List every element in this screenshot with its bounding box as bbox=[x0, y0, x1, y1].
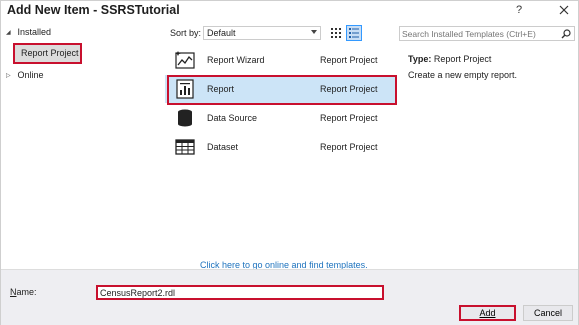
title-bar: Add New Item - SSRSTutorial ? bbox=[1, 1, 578, 21]
template-toolbar: Sort by: Default bbox=[165, 22, 395, 44]
grid-view-icon bbox=[331, 28, 341, 38]
grid-view-button[interactable] bbox=[328, 25, 344, 41]
template-category: Report Project bbox=[320, 113, 378, 123]
dialog-footer: Name: Add Cancel bbox=[1, 269, 578, 325]
search-icon bbox=[561, 29, 571, 39]
template-item-report-wizard[interactable]: Report Wizard Report Project bbox=[165, 46, 395, 74]
template-category: Report Project bbox=[320, 55, 378, 65]
name-label-rest: ame: bbox=[16, 287, 37, 297]
add-new-item-dialog: Add New Item - SSRSTutorial ? ◢ Installe… bbox=[0, 0, 579, 325]
template-item-report[interactable]: Report Report Project bbox=[165, 75, 395, 103]
search-box[interactable] bbox=[399, 26, 575, 41]
list-view-button[interactable] bbox=[346, 25, 362, 41]
sort-value: Default bbox=[207, 28, 236, 38]
name-field[interactable] bbox=[100, 287, 380, 298]
list-view-icon bbox=[349, 28, 359, 38]
dialog-title: Add New Item - SSRSTutorial bbox=[7, 3, 180, 17]
add-button-label: Add bbox=[479, 308, 496, 318]
template-name: Data Source bbox=[207, 113, 258, 123]
template-name: Dataset bbox=[207, 142, 239, 152]
sort-dropdown[interactable]: Default bbox=[203, 26, 321, 40]
template-list-pane: Sort by: Default Report Wizard Report Pr… bbox=[165, 22, 395, 268]
cancel-button[interactable]: Cancel bbox=[523, 305, 573, 321]
type-value: Report Project bbox=[433, 54, 492, 64]
template-details-pane: Type: Report Project Create a new empty … bbox=[397, 22, 578, 268]
template-category: Report Project bbox=[320, 84, 378, 94]
tree-item-installed[interactable]: ◢ Installed bbox=[6, 27, 51, 40]
tree-item-report-project[interactable]: Report Project bbox=[13, 43, 82, 64]
tree-item-online-label: Online bbox=[17, 70, 44, 80]
add-button[interactable]: Add bbox=[459, 305, 516, 321]
report-wizard-icon bbox=[175, 51, 195, 69]
type-label: Type: bbox=[408, 54, 432, 64]
template-name: Report bbox=[207, 84, 235, 94]
collapsed-arrow-icon: ▷ bbox=[6, 73, 11, 80]
name-field-highlight bbox=[96, 285, 384, 300]
chevron-down-icon bbox=[311, 30, 317, 34]
template-type: Type: Report Project bbox=[408, 54, 491, 64]
search-input[interactable] bbox=[402, 28, 552, 39]
close-button[interactable] bbox=[557, 3, 571, 17]
help-button[interactable]: ? bbox=[513, 4, 525, 18]
template-item-data-source[interactable]: Data Source Report Project bbox=[165, 104, 395, 132]
template-category: Report Project bbox=[320, 142, 378, 152]
template-item-dataset[interactable]: Dataset Report Project bbox=[165, 133, 395, 161]
dataset-icon bbox=[175, 139, 195, 155]
expanded-arrow-icon: ◢ bbox=[6, 30, 11, 37]
close-icon bbox=[559, 5, 569, 15]
database-icon bbox=[178, 109, 192, 127]
template-name: Report Wizard bbox=[207, 55, 265, 65]
sort-label: Sort by: bbox=[170, 28, 202, 38]
tree-item-installed-label: Installed bbox=[17, 27, 52, 37]
tree-item-report-project-label: Report Project bbox=[21, 48, 79, 58]
tree-item-online[interactable]: ▷ Online bbox=[6, 70, 44, 83]
name-label: Name: bbox=[10, 287, 37, 297]
template-tree: ◢ Installed Report Project ▷ Online bbox=[3, 22, 163, 268]
report-icon bbox=[176, 79, 194, 99]
template-description: Create a new empty report. bbox=[408, 70, 518, 80]
